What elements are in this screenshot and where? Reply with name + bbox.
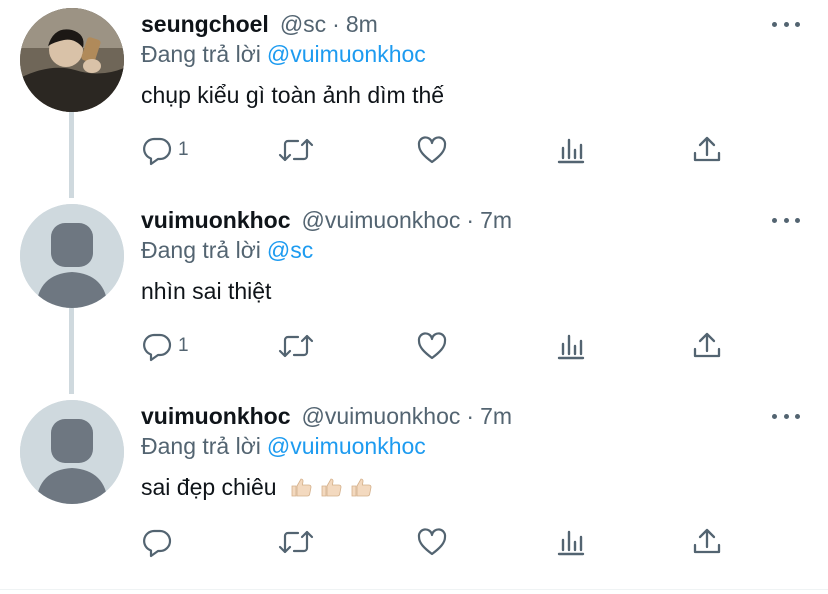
mention-link[interactable]: @vuimuonkhoc (267, 433, 426, 459)
retweet-icon (278, 530, 314, 554)
mention-link[interactable]: @vuimuonkhoc (267, 41, 426, 67)
share-button[interactable] (691, 132, 723, 168)
retweet-icon (278, 138, 314, 162)
tweet-text: nhìn sai thiệt (141, 278, 272, 304)
reply-icon (143, 333, 172, 362)
tweet-header: vuimuonkhoc @vuimuonkhoc · 7m (141, 204, 512, 236)
heart-icon (417, 332, 447, 360)
replying-to: Đang trả lời @vuimuonkhoc (141, 41, 426, 68)
divider (0, 589, 828, 590)
display-name[interactable]: vuimuonkhoc (141, 207, 291, 234)
share-icon (693, 136, 721, 162)
share-icon (693, 332, 721, 358)
more-icon[interactable] (772, 404, 800, 428)
avatar-photo (20, 8, 124, 112)
separator: · (466, 402, 475, 429)
replying-to-label: Đang trả lời (141, 237, 261, 263)
timestamp[interactable]: 8m (346, 11, 378, 38)
replying-to: Đang trả lời @vuimuonkhoc (141, 433, 426, 460)
heart-icon (417, 136, 447, 164)
tweet[interactable]: vuimuonkhoc @vuimuonkhoc · 7m Đang trả l… (0, 400, 828, 580)
user-handle[interactable]: @vuimuonkhoc (302, 403, 461, 430)
avatar[interactable] (20, 400, 124, 504)
thumbs-up-icon (321, 478, 342, 497)
more-icon[interactable] (772, 12, 800, 36)
replying-to-label: Đang trả lời (141, 41, 261, 67)
tweet-actions (141, 524, 741, 560)
thumbs-up-icon (291, 478, 312, 497)
reply-icon (143, 137, 172, 166)
share-button[interactable] (691, 524, 723, 560)
retweet-button[interactable] (278, 328, 314, 364)
analytics-icon (557, 334, 585, 360)
tweet-text-content: sai đẹp chiêu (141, 474, 277, 500)
reply-button[interactable]: 1 (141, 132, 189, 168)
default-avatar-icon (20, 204, 124, 308)
tweet[interactable]: seungchoel @sc · 8m Đang trả lời @vuimuon… (0, 8, 828, 188)
tweet-text: chụp kiểu gì toàn ảnh dìm thế (141, 82, 445, 108)
timestamp[interactable]: 7m (480, 403, 512, 430)
tweet-header: seungchoel @sc · 8m (141, 8, 378, 40)
replying-to: Đang trả lời @sc (141, 237, 313, 264)
like-button[interactable] (416, 132, 448, 168)
like-button[interactable] (416, 328, 448, 364)
share-button[interactable] (691, 328, 723, 364)
analytics-button[interactable] (555, 524, 587, 560)
tweet-text: sai đẹp chiêu (141, 474, 373, 501)
retweet-icon (278, 334, 314, 358)
replying-to-label: Đang trả lời (141, 433, 261, 459)
tweet[interactable]: vuimuonkhoc @vuimuonkhoc · 7m Đang trả l… (0, 204, 828, 384)
reply-button[interactable] (141, 524, 178, 560)
display-name[interactable]: seungchoel (141, 11, 269, 38)
separator: · (466, 206, 475, 233)
retweet-button[interactable] (278, 132, 314, 168)
share-icon (693, 528, 721, 554)
reply-count: 1 (178, 335, 189, 356)
avatar[interactable] (20, 204, 124, 308)
reply-icon (143, 529, 172, 558)
more-icon[interactable] (772, 208, 800, 232)
analytics-button[interactable] (555, 132, 587, 168)
analytics-button[interactable] (555, 328, 587, 364)
tweet-actions: 1 (141, 328, 741, 364)
tweet-actions: 1 (141, 132, 741, 168)
user-handle[interactable]: @vuimuonkhoc (302, 207, 461, 234)
heart-icon (417, 528, 447, 556)
mention-link[interactable]: @sc (267, 237, 313, 263)
analytics-icon (557, 530, 585, 556)
analytics-icon (557, 138, 585, 164)
user-handle[interactable]: @sc (280, 11, 326, 38)
tweet-header: vuimuonkhoc @vuimuonkhoc · 7m (141, 400, 512, 432)
retweet-button[interactable] (278, 524, 314, 560)
like-button[interactable] (416, 524, 448, 560)
emoji-group (283, 474, 373, 500)
timestamp[interactable]: 7m (480, 207, 512, 234)
default-avatar-icon (20, 400, 124, 504)
thumbs-up-icon (351, 478, 372, 497)
display-name[interactable]: vuimuonkhoc (141, 403, 291, 430)
reply-count: 1 (178, 139, 189, 160)
avatar[interactable] (20, 8, 124, 112)
separator: · (332, 10, 340, 37)
reply-button[interactable]: 1 (141, 328, 189, 364)
